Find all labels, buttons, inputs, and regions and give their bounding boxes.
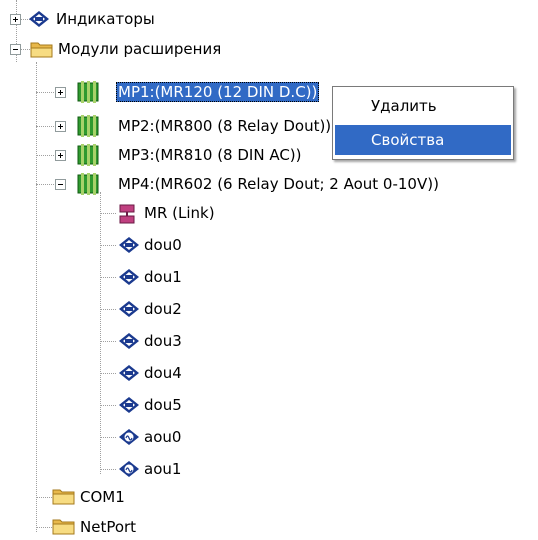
tree-item-label: aou1 [144,460,182,478]
folder-open-icon [30,42,53,58]
link-network-icon [119,204,135,224]
tree-item-label: MP2:(MR800 (8 Relay Dout)) [118,117,332,135]
expand-plus-icon[interactable] [55,87,66,98]
tree-item-label: MP4:(MR602 (6 Relay Dout; 2 Aout 0-10V)) [118,175,439,193]
tree-item-label: dou2 [144,300,182,318]
tree-item-com1[interactable]: COM1 [78,484,127,510]
tree-item-label: dou0 [144,236,182,254]
tree-item-aou1[interactable]: aou1 [142,456,183,482]
indicators-node-icon [29,11,49,27]
expand-plus-icon[interactable] [10,14,21,25]
output-node-icon [119,301,139,317]
module-board-icon [77,81,99,103]
tree-item-netport[interactable]: NetPort [78,514,138,540]
tree-item-dou2[interactable]: dou2 [142,296,184,322]
context-menu: Удалить Свойства [332,86,514,160]
module-board-icon [77,115,99,137]
output-node-icon [119,365,139,381]
tree-line [100,341,116,342]
tree-item-label: dou3 [144,332,182,350]
tree-item-mr-link[interactable]: MR (Link) [142,200,217,226]
menu-item-delete[interactable]: Удалить [335,91,511,121]
tree-line [100,437,116,438]
menu-item-properties[interactable]: Свойства [335,125,511,155]
tree-item-expansion-modules[interactable]: Модули расширения [56,36,223,62]
tree-item-dou4[interactable]: dou4 [142,360,184,386]
expand-plus-icon[interactable] [55,121,66,132]
expand-plus-icon[interactable] [55,150,66,161]
device-tree[interactable]: Индикаторы Модули расширения MP1:(MR120 … [0,0,538,538]
tree-item-label: Индикаторы [56,10,155,28]
analog-output-icon [119,429,139,445]
folder-icon [52,489,75,505]
tree-line [100,192,101,474]
tree-item-dou0[interactable]: dou0 [142,232,184,258]
module-board-icon [77,144,99,166]
tree-item-label: dou4 [144,364,182,382]
tree-item-indicators[interactable]: Индикаторы [54,6,157,32]
tree-item-label: Модули расширения [58,40,222,58]
tree-line [100,405,116,406]
tree-line [100,277,116,278]
output-node-icon [119,397,139,413]
tree-item-label: dou5 [144,396,182,414]
output-node-icon [119,269,139,285]
tree-item-mp2[interactable]: MP2:(MR800 (8 Relay Dout)) [116,113,333,139]
tree-line [36,62,37,532]
menu-item-label: Свойства [371,131,445,149]
collapse-minus-icon[interactable] [55,179,66,190]
tree-item-dou3[interactable]: dou3 [142,328,184,354]
analog-output-icon [119,461,139,477]
tree-item-label: MR (Link) [144,204,215,222]
tree-line [100,213,116,214]
collapse-minus-icon[interactable] [10,44,21,55]
tree-item-label: MP3:(MR810 (8 DIN AC)) [118,146,302,164]
tree-item-dou1[interactable]: dou1 [142,264,184,290]
tree-line [100,373,116,374]
module-board-icon [77,173,99,195]
menu-item-label: Удалить [371,97,437,115]
folder-icon [52,519,75,535]
tree-item-dou5[interactable]: dou5 [142,392,184,418]
output-node-icon [119,237,139,253]
tree-item-label-selected: MP1:(MR120 (12 DIN D.C)) [116,82,320,102]
tree-item-aou0[interactable]: aou0 [142,424,183,450]
tree-item-mp4[interactable]: MP4:(MR602 (6 Relay Dout; 2 Aout 0-10V)) [116,171,441,197]
tree-line [100,469,116,470]
tree-line [100,309,116,310]
tree-item-mp3[interactable]: MP3:(MR810 (8 DIN AC)) [116,142,304,168]
tree-item-label: aou0 [144,428,182,446]
tree-item-label: dou1 [144,268,182,286]
tree-item-mp1[interactable]: MP1:(MR120 (12 DIN D.C)) [116,79,320,105]
tree-item-label: COM1 [80,488,125,506]
output-node-icon [119,333,139,349]
tree-line [100,245,116,246]
tree-item-label: NetPort [80,518,137,536]
